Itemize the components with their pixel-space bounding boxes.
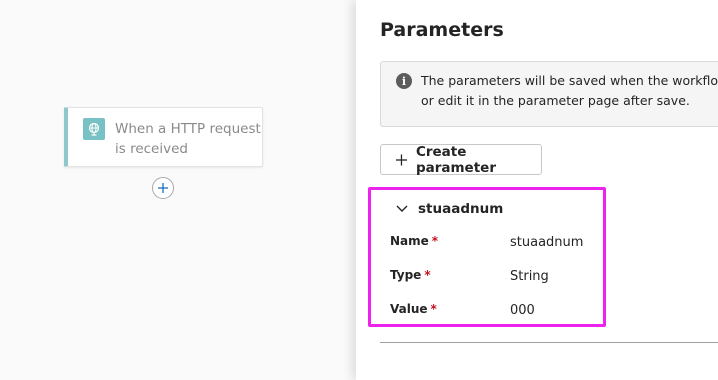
plus-icon <box>395 153 408 166</box>
info-line-1: The parameters will be saved when the wo… <box>421 73 718 88</box>
globe-icon <box>83 118 105 140</box>
info-text: The parameters will be saved when the wo… <box>421 71 718 111</box>
create-parameter-label: Create parameter <box>415 143 496 176</box>
panel-title: Parameters <box>380 19 504 41</box>
http-trigger-card[interactable]: When a HTTP request is received <box>64 107 263 167</box>
info-icon: i <box>396 73 412 89</box>
plus-icon <box>158 183 168 193</box>
create-parameter-button[interactable]: Create parameter <box>380 143 542 176</box>
divider <box>380 342 718 343</box>
designer-canvas: When a HTTP request is received <box>0 0 356 380</box>
add-step-button[interactable] <box>152 177 174 199</box>
highlight-box <box>368 187 606 327</box>
info-message: i The parameters will be saved when the … <box>380 61 718 127</box>
info-line-2: or edit it in the parameter page after s… <box>421 93 690 108</box>
trigger-label: When a HTTP request is received <box>115 121 261 157</box>
